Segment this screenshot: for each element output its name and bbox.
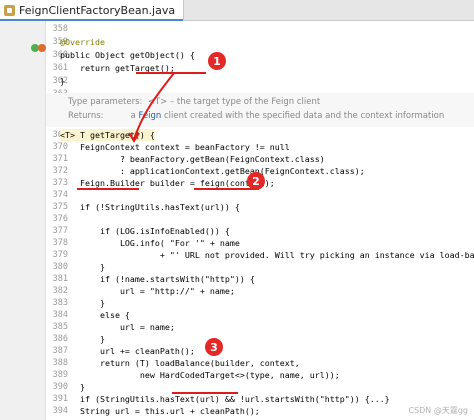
file-tab-title: FeignClientFactoryBean.java bbox=[19, 4, 176, 17]
callout-badge-1: 1 bbox=[208, 52, 226, 70]
code-editor[interactable]: 358 359 360 361 362 363 364 Type paramet… bbox=[46, 21, 474, 420]
breakpoint-icon[interactable] bbox=[38, 44, 46, 52]
red-arrow bbox=[128, 72, 175, 143]
java-file-icon bbox=[4, 5, 15, 16]
callout-badge-3: 3 bbox=[205, 338, 223, 356]
editor-tab-bar: FeignClientFactoryBean.java bbox=[0, 0, 474, 21]
file-tab[interactable]: FeignClientFactoryBean.java bbox=[0, 0, 185, 21]
callout-badge-2: 2 bbox=[247, 172, 265, 190]
watermark: CSDN @天霆gg bbox=[408, 406, 468, 415]
line-number-gutter bbox=[0, 21, 46, 420]
